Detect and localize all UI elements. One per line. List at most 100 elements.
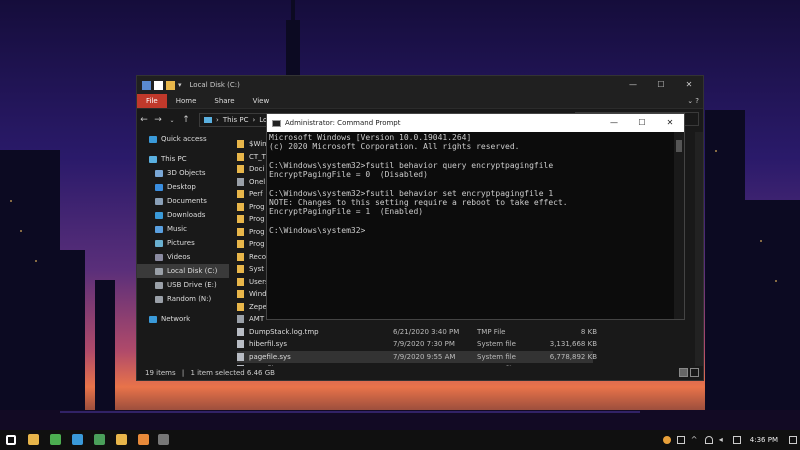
pc-icon [149, 155, 157, 163]
breadcrumb-separator: › [252, 116, 256, 124]
nav-item-videos[interactable]: Videos [137, 250, 229, 264]
file-explorer-icon[interactable] [28, 434, 39, 445]
tab-view[interactable]: View [244, 94, 279, 108]
breadcrumb-this-pc[interactable]: This PC [223, 116, 249, 124]
nav-item-quick-access[interactable]: Quick access [137, 132, 229, 146]
cmd-icon[interactable] [158, 434, 169, 445]
console-line: C:\Windows\system32> [269, 225, 366, 235]
explorer-title-bar[interactable]: ▾ Local Disk (C:) — ☐ ✕ [137, 76, 703, 94]
chevron-up-icon[interactable]: ^ [691, 436, 699, 444]
cmd-minimize-button[interactable]: — [600, 114, 628, 132]
nav-item-music[interactable]: Music [137, 222, 229, 236]
file-icon [237, 315, 244, 323]
file-name: pagefile.sys [249, 352, 291, 361]
ribbon-expand-help-icons[interactable]: ⌄ ? [687, 94, 699, 108]
properties-icon[interactable] [154, 80, 163, 90]
nav-item-network[interactable]: Network [137, 312, 229, 326]
cmd-scroll-thumb[interactable] [676, 140, 682, 152]
tab-file[interactable]: File [137, 94, 167, 108]
file-size: 3,131,668 KB [549, 340, 597, 348]
nav-item-random-n[interactable]: Random (N:) [137, 292, 229, 306]
wifi-icon[interactable] [704, 436, 713, 444]
action-center-icon[interactable] [789, 436, 797, 444]
nav-item-3d-objects[interactable]: 3D Objects [137, 166, 229, 180]
table-row[interactable]: pagefile.sys 7/9/2020 9:55 AM System file 6… [237, 350, 597, 363]
large-icons-view-icon[interactable] [690, 368, 699, 377]
nav-item-local-disk-c[interactable]: Local Disk (C:) [137, 264, 229, 278]
app-icon[interactable] [138, 434, 149, 445]
minimize-button[interactable]: — [619, 76, 647, 94]
pictures-icon [155, 239, 163, 247]
nav-item-label: Quick access [161, 135, 207, 143]
nav-item-label: Music [167, 225, 187, 233]
table-row[interactable]: hiberfil.sys 7/9/2020 7:30 PM System file 3… [237, 338, 597, 350]
start-icon[interactable] [6, 435, 16, 445]
tab-share[interactable]: Share [205, 94, 243, 108]
volume-icon[interactable]: ◂ [719, 436, 727, 444]
nav-item-pictures[interactable]: Pictures [137, 236, 229, 250]
cmd-close-button[interactable]: ✕ [656, 114, 684, 132]
folder-icon [237, 202, 244, 211]
command-prompt-window[interactable]: Administrator: Command Prompt — ☐ ✕ Micr… [266, 113, 685, 320]
tab-home[interactable]: Home [167, 94, 206, 108]
clock[interactable]: 4:36 PM [750, 436, 778, 444]
nav-item-documents[interactable]: Documents [137, 194, 229, 208]
file-name: DumpStack.log.tmp [249, 327, 319, 336]
folder-icon [237, 152, 244, 161]
file-size: 8 KB [580, 327, 597, 336]
folder-icon [237, 227, 244, 236]
console-line: C:\Windows\system32>fsutil behavior quer… [269, 160, 554, 170]
recent-locations-icon[interactable]: ⌄ [165, 117, 179, 124]
cmd-title: Administrator: Command Prompt [285, 119, 401, 127]
up-arrow-icon[interactable]: ↑ [179, 115, 193, 125]
console-output[interactable]: Microsoft Windows [Version 10.0.19041.26… [269, 132, 674, 319]
back-arrow-icon[interactable]: ← [137, 115, 151, 125]
customize-qat-icon[interactable]: ▾ [178, 81, 182, 89]
details-view-icon[interactable] [679, 368, 688, 377]
console-line: (c) 2020 Microsoft Corporation. All righ… [269, 142, 520, 152]
chrome-icon[interactable] [50, 434, 61, 445]
network-icon [149, 315, 157, 323]
photos-icon[interactable] [72, 434, 83, 445]
console-line: Microsoft Windows [Version 10.0.19041.26… [269, 133, 472, 142]
console-line: C:\Windows\system32>fsutil behavior set … [269, 188, 554, 198]
star-icon [149, 135, 157, 143]
cmd-scrollbar[interactable] [674, 132, 684, 319]
file-type: System file [477, 352, 516, 361]
folder-icon [237, 140, 244, 148]
cmd-maximize-button[interactable]: ☐ [628, 114, 656, 132]
navigation-pane: Quick access This PC 3D Objects Desktop Docu… [137, 132, 229, 366]
nav-item-downloads[interactable]: Downloads [137, 208, 229, 222]
file-name: hiberfil.sys [249, 340, 288, 348]
console-line: EncryptPagingFile = 0 (Disabled) [269, 170, 428, 180]
maximize-button[interactable]: ☐ [647, 76, 675, 94]
file-list-scrollbar[interactable] [695, 132, 703, 366]
nav-item-label: USB Drive (E:) [167, 281, 217, 289]
store-icon[interactable] [94, 434, 105, 445]
keyboard-icon[interactable] [732, 436, 741, 444]
forward-arrow-icon[interactable]: → [151, 115, 165, 125]
cmd-title-bar[interactable]: Administrator: Command Prompt — ☐ ✕ [267, 114, 684, 132]
system-tray: ^ ◂ 4:36 PM [660, 430, 800, 450]
nav-item-label: 3D Objects [167, 169, 206, 177]
nav-item-label: Random (N:) [167, 295, 212, 303]
nav-item-usb-drive-e[interactable]: USB Drive (E:) [137, 278, 229, 292]
nav-item-this-pc[interactable]: This PC [137, 152, 229, 166]
nav-item-desktop[interactable]: Desktop [137, 180, 229, 194]
nav-item-label: Local Disk (C:) [167, 267, 218, 275]
notification-app-icon[interactable] [662, 436, 671, 444]
pc-icon [204, 117, 212, 123]
file-type: System file [477, 340, 516, 348]
usb-drive-icon [155, 281, 163, 289]
battery-icon[interactable] [676, 436, 685, 444]
nav-item-label: This PC [161, 155, 187, 163]
nav-item-label: Desktop [167, 183, 196, 191]
folder-icon[interactable] [116, 434, 127, 445]
close-button[interactable]: ✕ [675, 76, 703, 94]
file-date: 6/21/2020 3:40 PM [393, 327, 460, 336]
new-folder-icon[interactable] [166, 80, 175, 90]
folder-icon [237, 302, 244, 311]
file-icon [237, 177, 244, 186]
table-row[interactable]: DumpStack.log.tmp 6/21/2020 3:40 PM TMP Fi… [237, 326, 597, 338]
